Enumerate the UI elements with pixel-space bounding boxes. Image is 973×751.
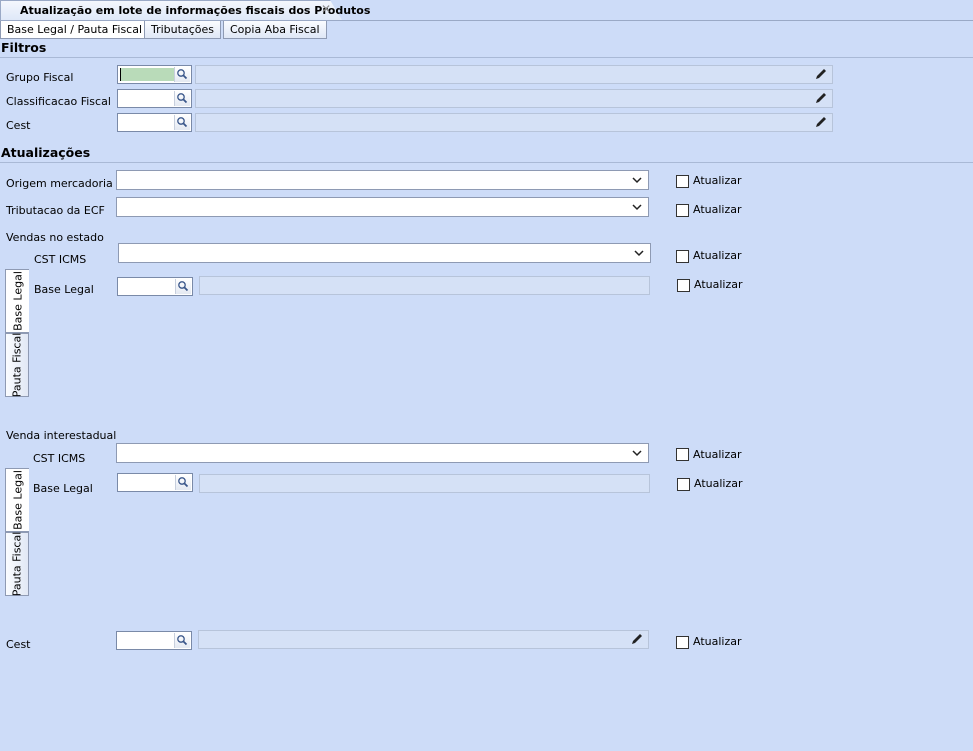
base-legal-interestadual-description bbox=[199, 474, 650, 493]
filtros-title: Filtros bbox=[1, 40, 47, 55]
venda-interestadual-label: Venda interestadual bbox=[6, 429, 117, 442]
grupo-fiscal-label: Grupo Fiscal bbox=[6, 71, 74, 84]
cst-icms-interestadual-atualizar-checkbox[interactable] bbox=[676, 448, 689, 461]
search-icon[interactable] bbox=[174, 633, 190, 648]
pencil-icon[interactable] bbox=[814, 115, 828, 129]
cst-icms-estado-atualizar-checkbox[interactable] bbox=[676, 250, 689, 263]
base-legal-estado-atualizar-label: Atualizar bbox=[694, 278, 743, 291]
search-icon[interactable] bbox=[174, 115, 190, 130]
base-legal-interestadual-input[interactable] bbox=[117, 473, 193, 492]
cest-atualizacao-description bbox=[198, 630, 649, 649]
tributacao-atualizar-checkbox[interactable] bbox=[676, 204, 689, 217]
tributacao-ecf-select[interactable] bbox=[116, 197, 649, 217]
base-legal-interestadual-atualizar-checkbox[interactable] bbox=[677, 478, 690, 491]
tributacao-atualizar-label: Atualizar bbox=[693, 203, 742, 216]
close-icon[interactable]: ✕ bbox=[321, 2, 331, 16]
tab-base-legal-estado[interactable]: Base Legal bbox=[5, 269, 29, 333]
classificacao-fiscal-description bbox=[195, 89, 833, 108]
search-icon[interactable] bbox=[174, 91, 190, 106]
grupo-fiscal-description bbox=[195, 65, 833, 84]
search-icon[interactable] bbox=[175, 279, 191, 294]
origem-atualizar-label: Atualizar bbox=[693, 174, 742, 187]
chevron-down-icon bbox=[632, 450, 642, 457]
search-icon[interactable] bbox=[174, 67, 190, 82]
cst-icms-interestadual-atualizar-label: Atualizar bbox=[693, 448, 742, 461]
origem-atualizar-checkbox[interactable] bbox=[676, 175, 689, 188]
vendas-estado-label: Vendas no estado bbox=[6, 231, 104, 244]
origem-mercadoria-select[interactable] bbox=[116, 170, 649, 190]
cest-filter-label: Cest bbox=[6, 119, 31, 132]
tributacao-ecf-label: Tributacao da ECF bbox=[6, 204, 105, 217]
pencil-icon[interactable] bbox=[630, 632, 644, 646]
pencil-icon[interactable] bbox=[814, 91, 828, 105]
cst-icms-estado-label: CST ICMS bbox=[34, 253, 87, 266]
cest-atualizacao-input[interactable] bbox=[116, 631, 192, 650]
grupo-fiscal-input[interactable] bbox=[117, 65, 192, 84]
cest-atualizar-checkbox[interactable] bbox=[676, 636, 689, 649]
classificacao-fiscal-input[interactable] bbox=[117, 89, 192, 108]
classificacao-fiscal-label: Classificacao Fiscal bbox=[6, 95, 111, 108]
atualizacoes-divider bbox=[0, 162, 973, 163]
tab-tributacoes[interactable]: Tributações bbox=[144, 21, 221, 39]
cest-filter-input[interactable] bbox=[117, 113, 192, 132]
cst-icms-interestadual-label: CST ICMS bbox=[33, 452, 86, 465]
base-legal-estado-label: Base Legal bbox=[34, 283, 94, 296]
chevron-down-icon bbox=[632, 177, 642, 184]
pencil-icon[interactable] bbox=[814, 67, 828, 81]
cest-filter-description bbox=[195, 113, 833, 132]
cst-icms-estado-atualizar-label: Atualizar bbox=[693, 249, 742, 262]
search-icon[interactable] bbox=[175, 475, 191, 490]
tab-base-legal-pauta-fiscal[interactable]: Base Legal / Pauta Fiscal bbox=[0, 21, 150, 39]
atualizacoes-title: Atualizações bbox=[1, 145, 91, 160]
cst-icms-interestadual-select[interactable] bbox=[116, 443, 649, 463]
base-legal-interestadual-label: Base Legal bbox=[33, 482, 93, 495]
base-legal-estado-input[interactable] bbox=[117, 277, 193, 296]
chevron-down-icon bbox=[632, 204, 642, 211]
chevron-down-icon bbox=[634, 250, 644, 257]
tab-pauta-fiscal-estado[interactable]: Pauta Fiscal bbox=[5, 333, 29, 397]
tab-pauta-fiscal-interestadual[interactable]: Pauta Fiscal bbox=[5, 532, 29, 596]
tab-base-legal-interestadual[interactable]: Base Legal bbox=[5, 468, 29, 532]
origem-mercadoria-label: Origem mercadoria bbox=[6, 177, 113, 190]
window-tab-title: Atualização em lote de informações fisca… bbox=[20, 4, 371, 17]
base-legal-interestadual-atualizar-label: Atualizar bbox=[694, 477, 743, 490]
base-legal-estado-atualizar-checkbox[interactable] bbox=[677, 279, 690, 292]
cst-icms-estado-select[interactable] bbox=[118, 243, 651, 263]
filtros-divider bbox=[0, 57, 973, 58]
cest-atualizacao-label: Cest bbox=[6, 638, 31, 651]
cest-atualizar-label: Atualizar bbox=[693, 635, 742, 648]
base-legal-estado-description bbox=[199, 276, 650, 295]
tab-copia-aba-fiscal[interactable]: Copia Aba Fiscal bbox=[223, 21, 327, 39]
